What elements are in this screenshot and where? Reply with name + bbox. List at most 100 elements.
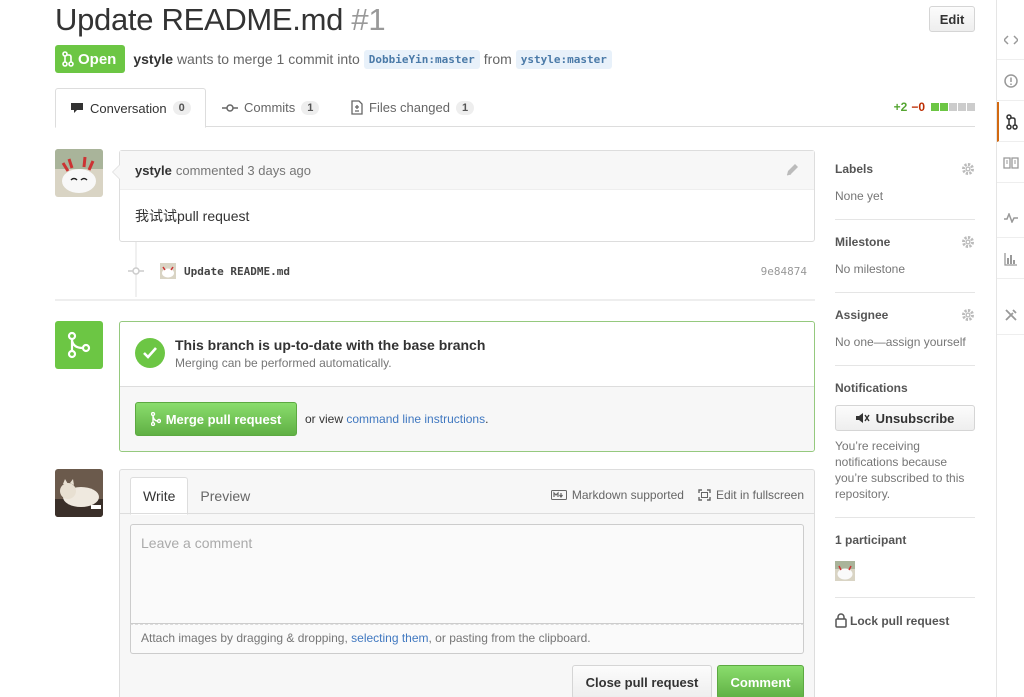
pull-request-icon — [62, 51, 74, 67]
tab-write[interactable]: Write — [130, 477, 189, 515]
git-merge-icon — [67, 331, 91, 359]
merge-summary: ystyle wants to merge 1 commit into — [133, 51, 359, 67]
gear-icon[interactable] — [961, 235, 975, 249]
avatar-image — [55, 149, 103, 197]
sidebar-participants: 1 participant — [835, 533, 975, 598]
book-icon — [1003, 156, 1019, 169]
rail-graphs[interactable] — [997, 239, 1024, 279]
rail-code[interactable] — [997, 20, 1024, 60]
rail-settings[interactable] — [997, 295, 1024, 335]
sidebar-labels: Labels None yet — [835, 162, 975, 220]
avatar[interactable] — [55, 149, 103, 197]
tab-counter: 1 — [455, 100, 475, 115]
assignee-value[interactable]: No one—assign yourself — [835, 335, 975, 349]
commit-icon — [222, 103, 238, 112]
alt-prefix: or view — [305, 412, 344, 426]
pencil-icon[interactable] — [784, 162, 800, 178]
tab-label: Conversation — [90, 100, 167, 116]
attach-hint: Attach images by dragging & dropping, se… — [130, 624, 804, 654]
head-ref[interactable]: ystyle:master — [515, 49, 612, 69]
gear-icon[interactable] — [961, 162, 975, 176]
rail-issues[interactable] — [997, 61, 1024, 101]
merge-box: This branch is up-to-date with the base … — [119, 321, 815, 452]
base-ref[interactable]: DobbieYin:master — [363, 49, 480, 69]
diff-blocks — [931, 103, 975, 111]
merge-subtitle: Merging can be performed automatically. — [175, 356, 392, 370]
attach-prefix: Attach images by dragging & dropping, — [141, 631, 348, 645]
alt-suffix: . — [485, 412, 489, 426]
diff-block — [958, 103, 966, 111]
merge-pull-request-button[interactable]: Merge pull request — [135, 402, 297, 436]
tab-counter: 1 — [301, 100, 320, 115]
pr-number: #1 — [351, 2, 386, 37]
composer-tab-line — [120, 513, 814, 514]
avatar-image — [55, 469, 103, 517]
file-diff-icon — [351, 100, 363, 115]
tab-counter: 0 — [172, 101, 191, 115]
current-user-avatar[interactable] — [55, 469, 103, 517]
lock-pull-request[interactable]: Lock pull request — [835, 613, 975, 628]
check-icon — [135, 338, 165, 368]
lock-label: Lock pull request — [850, 613, 950, 628]
markdown-hint[interactable]: Markdown supported — [550, 488, 684, 502]
comment-icon — [71, 103, 83, 113]
rail-wiki[interactable] — [997, 143, 1024, 183]
milestone-title: Milestone — [835, 235, 891, 249]
pull-request-icon — [1006, 113, 1018, 130]
close-pull-request-button[interactable]: Close pull request — [572, 665, 712, 697]
from-text: from — [483, 51, 512, 67]
tab-commits[interactable]: Commits 1 — [208, 88, 333, 127]
pr-state-row: Open ystyle wants to merge 1 commit into… — [55, 45, 616, 73]
comment-body: 我试试pull request — [135, 208, 250, 224]
tab-preview[interactable]: Preview — [188, 477, 262, 514]
comment-arrow — [112, 164, 120, 180]
merge-text: wants to merge 1 commit into — [176, 51, 360, 67]
notifications-text: You’re receiving notifications because y… — [835, 439, 965, 501]
git-merge-icon — [150, 412, 161, 426]
pulse-icon — [1004, 212, 1018, 223]
tab-files-changed[interactable]: Files changed 1 — [337, 88, 488, 127]
merge-status-icon — [55, 321, 103, 369]
commit-message[interactable]: Update README.md — [184, 265, 290, 278]
rail-pull-requests[interactable] — [997, 102, 1024, 142]
tools-icon — [1005, 308, 1017, 321]
labels-title: Labels — [835, 162, 874, 176]
markdown-hint-label: Markdown supported — [571, 488, 684, 502]
diff-additions: +2 — [893, 100, 908, 114]
unsubscribe-button[interactable]: Unsubscribe — [835, 405, 975, 431]
milestone-value: No milestone — [835, 262, 906, 276]
commit-sha[interactable]: 9e84874 — [761, 265, 807, 278]
tab-conversation[interactable]: Conversation 0 — [55, 88, 206, 128]
fullscreen-hint[interactable]: Edit in fullscreen — [698, 488, 804, 502]
mute-icon — [855, 413, 870, 423]
diff-deletions: −0 — [911, 100, 925, 114]
pr-title: Update README.md #1 — [55, 2, 386, 38]
unsubscribe-label: Unsubscribe — [875, 410, 955, 426]
merge-button-label: Merge pull request — [165, 411, 282, 427]
state-badge: Open — [55, 45, 126, 73]
author-link[interactable]: ystyle — [133, 51, 173, 67]
timeline-divider — [55, 299, 815, 301]
comment-button[interactable]: Comment — [717, 665, 804, 697]
diff-block — [940, 103, 948, 111]
pr-title-text: Update README.md — [55, 2, 344, 37]
comment-meta[interactable]: commented 3 days ago — [176, 163, 311, 178]
fullscreen-hint-label: Edit in fullscreen — [715, 488, 804, 502]
gear-icon[interactable] — [961, 308, 975, 322]
comment-author[interactable]: ystyle — [135, 163, 172, 178]
select-files-link[interactable]: selecting them — [351, 631, 428, 645]
participant-avatar[interactable] — [835, 561, 855, 581]
fullscreen-icon — [698, 489, 711, 501]
comment-box: ystyle commented 3 days ago 我试试pull requ… — [112, 150, 815, 242]
diff-block — [967, 103, 975, 111]
sidebar-notifications: Notifications Unsubscribe You’re receivi… — [835, 381, 975, 518]
rail-pulse[interactable] — [997, 198, 1024, 238]
state-label: Open — [78, 50, 117, 68]
edit-title-button[interactable]: Edit — [929, 6, 975, 32]
tab-label: Commits — [244, 100, 296, 115]
commit-avatar — [160, 263, 176, 279]
comment-textarea[interactable]: Leave a comment — [130, 524, 804, 624]
merge-alt-text: or view command line instructions. — [305, 412, 488, 426]
comment-composer: Write Preview Markdown supported Edit in… — [119, 469, 815, 697]
command-line-link[interactable]: command line instructions — [346, 412, 485, 426]
